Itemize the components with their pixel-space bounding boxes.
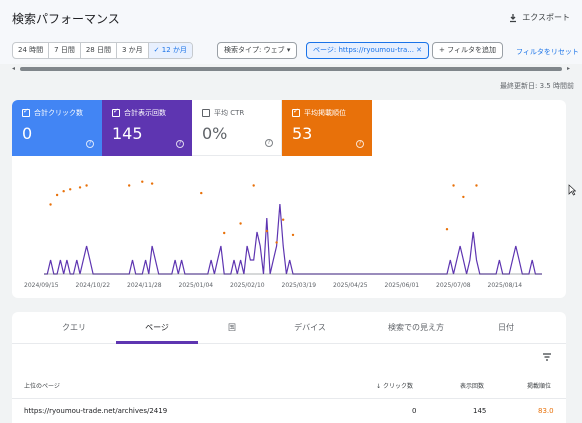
- horizontal-scrollbar[interactable]: ◂ ▸: [12, 66, 570, 72]
- help-icon[interactable]: ?: [86, 140, 94, 148]
- position-point: [462, 195, 465, 199]
- x-tick-label: 2025/01/04: [179, 282, 214, 289]
- active-tab-indicator: [116, 341, 198, 344]
- position-point: [275, 241, 278, 244]
- date-range-selector: 24 時間 7 日間 28 日間 3 か月 ✓ 12 か月: [12, 42, 193, 59]
- help-icon[interactable]: ?: [265, 139, 273, 147]
- filter-bar: 24 時間 7 日間 28 日間 3 か月 ✓ 12 か月 検索タイプ: ウェブ…: [0, 36, 582, 64]
- metric-value: 0%: [202, 124, 228, 143]
- impressions-cell: 145: [473, 407, 487, 415]
- scroll-left-icon[interactable]: ◂: [12, 66, 15, 72]
- plus-icon: +: [439, 46, 448, 54]
- position-point: [252, 184, 255, 187]
- reset-filters-link[interactable]: フィルタをリセット: [516, 47, 579, 57]
- metric-label: 合計表示回数: [124, 109, 166, 117]
- position-point: [291, 233, 295, 237]
- export-label: エクスポート: [522, 13, 570, 22]
- column-header-impressions[interactable]: 表示回数: [460, 381, 484, 390]
- x-tick-label: 2024/11/28: [127, 282, 162, 289]
- range-7d[interactable]: 7 日間: [49, 43, 81, 58]
- divider: [12, 398, 566, 399]
- add-filter-button[interactable]: + フィルタを追加: [432, 42, 503, 59]
- performance-card: 合計クリック数 0 ? 合計表示回数 145 ? 平均 CTR 0% ? 平均掲…: [12, 100, 566, 298]
- page-filter-chip[interactable]: ページ: https://ryoumou-tra... ✕: [306, 42, 430, 59]
- download-icon: [510, 13, 517, 22]
- checkbox-icon[interactable]: [22, 107, 30, 117]
- position-cell: 83.0: [538, 407, 554, 415]
- scroll-right-icon[interactable]: ▸: [567, 66, 570, 72]
- metric-tile-impressions[interactable]: 合計表示回数 145 ?: [102, 100, 192, 156]
- scrollbar-thumb[interactable]: [20, 67, 562, 71]
- clicks-cell: 0: [412, 407, 417, 415]
- dimension-tabs: クエリ ページ 国 デバイス 検索での見え方 日付: [12, 312, 566, 344]
- metric-value: 145: [112, 124, 143, 143]
- export-button[interactable]: エクスポート: [508, 12, 570, 23]
- position-point: [239, 222, 242, 225]
- tab-countries[interactable]: 国: [210, 322, 254, 333]
- position-point: [141, 180, 144, 183]
- column-header-page: 上位のページ: [24, 383, 60, 390]
- x-tick-label: 2025/06/01: [385, 282, 420, 289]
- position-point: [445, 228, 449, 231]
- help-icon[interactable]: ?: [356, 140, 364, 148]
- position-point: [475, 184, 478, 187]
- performance-chart[interactable]: 2024/09/15 2024/10/22 2024/11/28 2025/01/04…: [12, 156, 566, 298]
- range-24h[interactable]: 24 時間: [13, 43, 50, 58]
- impressions-series-line: [44, 203, 542, 275]
- metric-label: 合計クリック数: [34, 109, 83, 117]
- page-url-cell[interactable]: https://ryoumou-trade.net/archives/2419: [24, 407, 167, 415]
- tab-queries[interactable]: クエリ: [52, 322, 96, 333]
- position-point: [222, 231, 226, 235]
- position-point: [281, 218, 285, 221]
- checkbox-icon[interactable]: [112, 107, 120, 117]
- tab-pages[interactable]: ページ: [135, 322, 179, 333]
- last-updated-text: 最終更新日: 3.5 時間前: [500, 82, 574, 90]
- help-icon[interactable]: ?: [176, 140, 184, 148]
- x-tick-label: 2024/10/22: [76, 282, 111, 289]
- dropdown-icon: ▾: [286, 46, 291, 54]
- position-point: [150, 182, 154, 185]
- dimension-card: クエリ ページ 国 デバイス 検索での見え方 日付 上位のページ ↓ クリック数…: [12, 312, 566, 423]
- x-tick-label: 2024/09/15: [24, 282, 59, 289]
- metric-tile-clicks[interactable]: 合計クリック数 0 ?: [12, 100, 102, 156]
- range-3m[interactable]: 3 か月: [117, 43, 149, 58]
- position-point: [127, 184, 131, 187]
- sort-arrow-icon: ↓: [376, 383, 383, 390]
- range-12m[interactable]: ✓ 12 か月: [148, 43, 192, 58]
- position-point: [49, 203, 52, 206]
- checkbox-icon[interactable]: [292, 107, 300, 117]
- position-point: [85, 184, 88, 187]
- x-tick-label: 2025/02/10: [230, 282, 265, 289]
- position-point: [200, 191, 203, 195]
- position-point: [69, 188, 72, 191]
- x-tick-label: 2025/08/14: [488, 282, 523, 289]
- filter-rows-icon[interactable]: [542, 352, 552, 362]
- range-28d[interactable]: 28 日間: [81, 43, 117, 58]
- metric-value: 53: [292, 124, 313, 143]
- metric-label: 平均 CTR: [214, 109, 245, 117]
- position-point: [452, 184, 455, 187]
- metric-tile-ctr[interactable]: 平均 CTR 0% ?: [192, 100, 282, 156]
- tab-dates[interactable]: 日付: [484, 322, 528, 333]
- x-tick-label: 2025/07/08: [436, 282, 471, 289]
- position-point: [265, 229, 268, 233]
- close-icon[interactable]: ✕: [416, 46, 422, 54]
- tab-devices[interactable]: デバイス: [288, 322, 332, 333]
- x-tick-label: 2025/03/19: [282, 282, 317, 289]
- position-point: [78, 186, 82, 189]
- column-header-clicks[interactable]: ↓ クリック数: [376, 381, 413, 390]
- metric-value: 0: [22, 124, 33, 143]
- page-header: 検索パフォーマンス エクスポート: [0, 0, 582, 36]
- page-title: 検索パフォーマンス: [12, 12, 120, 26]
- metric-tile-position[interactable]: 平均掲載順位 53 ?: [282, 100, 372, 156]
- checkbox-icon[interactable]: [202, 109, 210, 117]
- mouse-cursor-icon: [568, 184, 576, 196]
- tab-search-appearance[interactable]: 検索での見え方: [378, 322, 454, 333]
- search-type-chip[interactable]: 検索タイプ: ウェブ ▾: [217, 42, 298, 59]
- x-tick-label: 2025/04/25: [333, 282, 368, 289]
- metric-label: 平均掲載順位: [304, 109, 346, 117]
- position-point: [62, 190, 65, 193]
- column-header-position[interactable]: 掲載順位: [527, 381, 551, 390]
- position-point: [55, 193, 59, 197]
